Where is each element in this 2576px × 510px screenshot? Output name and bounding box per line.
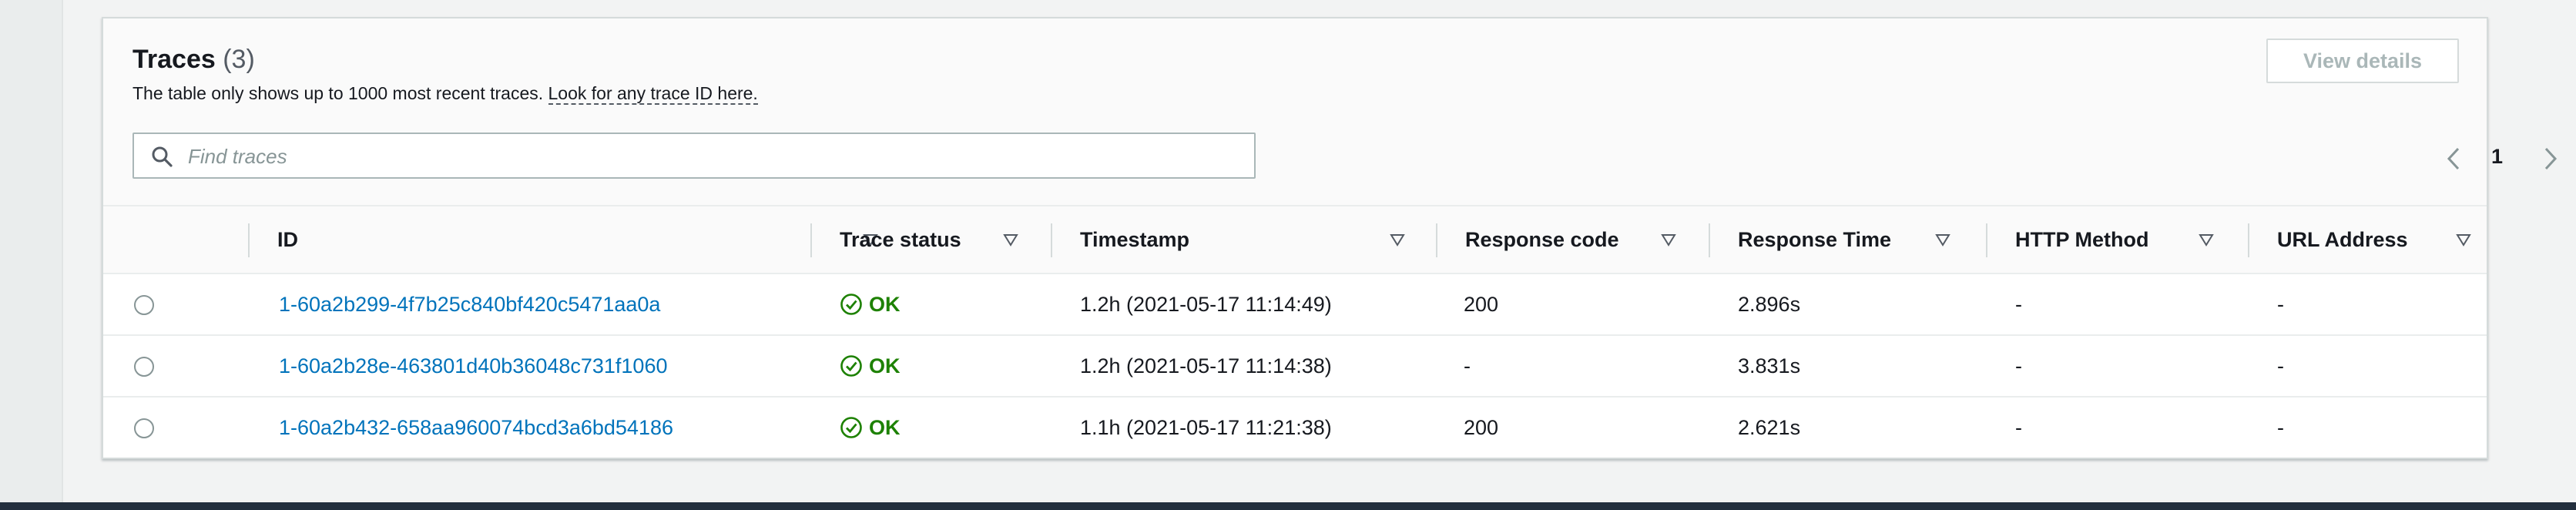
trace-status-text: OK bbox=[869, 416, 901, 439]
column-header-response-code[interactable]: Response code bbox=[1436, 206, 1709, 273]
caret-down-outline-icon[interactable] bbox=[1003, 232, 1018, 247]
column-label: Response Time bbox=[1738, 228, 1892, 251]
timestamp-cell: 1.1h (2021-05-17 11:21:38) bbox=[1080, 416, 1332, 439]
search-input[interactable] bbox=[186, 137, 1237, 176]
search-icon bbox=[152, 146, 173, 167]
row-select-radio[interactable] bbox=[134, 295, 154, 315]
check-circle-icon bbox=[840, 355, 862, 377]
current-page-number[interactable]: 1 bbox=[2491, 145, 2503, 169]
http-method-cell: - bbox=[2015, 354, 2022, 377]
response-code-cell: 200 bbox=[1464, 416, 1499, 439]
trace-id-link[interactable]: 1-60a2b28e-463801d40b36048c731f1060 bbox=[279, 336, 667, 396]
column-label: URL Address bbox=[2277, 228, 2408, 251]
row-select-radio[interactable] bbox=[134, 418, 154, 438]
trace-status: OK bbox=[840, 398, 932, 458]
trace-status-text: OK bbox=[869, 354, 901, 377]
column-header-id[interactable]: ID bbox=[248, 206, 906, 273]
http-method-cell: - bbox=[2015, 416, 2022, 439]
response-time-cell: 2.621s bbox=[1738, 416, 1801, 439]
panel-title: Traces (3) bbox=[132, 45, 255, 75]
table-header: ID Trace status Timestamp Response code … bbox=[103, 206, 2487, 274]
url-address-cell: - bbox=[2277, 293, 2284, 316]
response-time-cell: 2.896s bbox=[1738, 293, 1801, 316]
panel-description: The table only shows up to 1000 most rec… bbox=[132, 83, 758, 105]
trace-count: (3) bbox=[223, 45, 255, 74]
traces-panel: Traces (3) The table only shows up to 10… bbox=[102, 17, 2558, 459]
response-code-cell: 200 bbox=[1464, 293, 1499, 316]
lookup-trace-link[interactable]: Look for any trace ID here. bbox=[548, 83, 758, 105]
table-row[interactable]: 1-60a2b299-4f7b25c840bf420c5471aa0a OK 1… bbox=[103, 274, 2487, 336]
column-label: HTTP Method bbox=[2015, 228, 2149, 251]
column-header-trace-status[interactable]: Trace status bbox=[810, 206, 1051, 273]
panel-title-text: Traces bbox=[132, 45, 216, 74]
search-box[interactable] bbox=[132, 133, 1256, 179]
trace-id-link[interactable]: 1-60a2b299-4f7b25c840bf420c5471aa0a bbox=[279, 274, 660, 334]
url-address-cell: - bbox=[2277, 354, 2284, 377]
column-header-response-time[interactable]: Response Time bbox=[1709, 206, 1986, 273]
column-label: Trace status bbox=[840, 228, 961, 251]
table-row[interactable]: 1-60a2b28e-463801d40b36048c731f1060 OK 1… bbox=[103, 336, 2487, 398]
row-select-radio[interactable] bbox=[134, 357, 154, 377]
check-circle-icon bbox=[840, 294, 862, 315]
column-header-url-address[interactable]: URL Address bbox=[2248, 206, 2488, 273]
left-gutter bbox=[0, 0, 63, 510]
timestamp-cell: 1.2h (2021-05-17 11:14:38) bbox=[1080, 354, 1332, 377]
chevron-right-icon[interactable] bbox=[2542, 146, 2559, 171]
caret-down-outline-icon[interactable] bbox=[1390, 232, 1405, 247]
table-row[interactable]: 1-60a2b432-658aa960074bcd3a6bd54186 OK 1… bbox=[103, 398, 2487, 458]
response-code-cell: - bbox=[1464, 354, 1471, 377]
caret-down-outline-icon[interactable] bbox=[1661, 232, 1676, 247]
trace-id-link[interactable]: 1-60a2b432-658aa960074bcd3a6bd54186 bbox=[279, 398, 673, 458]
http-method-cell: - bbox=[2015, 293, 2022, 316]
trace-status-text: OK bbox=[869, 293, 901, 316]
check-circle-icon bbox=[840, 417, 862, 438]
response-time-cell: 3.831s bbox=[1738, 354, 1801, 377]
view-details-button[interactable]: View details bbox=[2266, 39, 2459, 83]
panel-header: Traces (3) The table only shows up to 10… bbox=[103, 18, 2558, 206]
panel-description-text: The table only shows up to 1000 most rec… bbox=[132, 83, 544, 103]
trace-status: OK bbox=[840, 336, 932, 396]
caret-down-outline-icon[interactable] bbox=[1935, 232, 1950, 247]
caret-down-outline-icon[interactable] bbox=[2456, 232, 2471, 247]
chevron-left-icon[interactable] bbox=[2445, 146, 2462, 171]
column-label: Response code bbox=[1465, 228, 1619, 251]
timestamp-cell: 1.2h (2021-05-17 11:14:49) bbox=[1080, 293, 1332, 316]
caret-down-outline-icon[interactable] bbox=[2199, 232, 2214, 247]
trace-status: OK bbox=[840, 274, 932, 334]
column-header-timestamp[interactable]: Timestamp bbox=[1051, 206, 1436, 273]
bottom-bar bbox=[0, 502, 2576, 510]
url-address-cell: - bbox=[2277, 416, 2284, 439]
column-label: ID bbox=[277, 228, 298, 251]
column-header-http-method[interactable]: HTTP Method bbox=[1986, 206, 2248, 273]
column-label: Timestamp bbox=[1080, 228, 1190, 251]
